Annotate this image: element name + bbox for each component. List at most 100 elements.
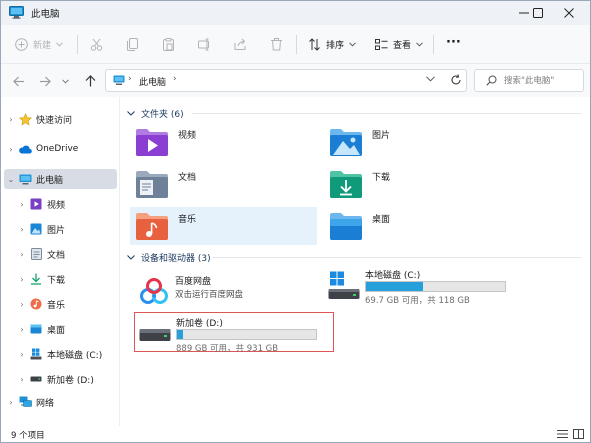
star-icon: [18, 112, 32, 126]
breadcrumb-separator[interactable]: ›: [128, 74, 132, 84]
breadcrumb-this-pc[interactable]: 此电脑: [139, 75, 166, 88]
group-header-devices[interactable]: 设备和驱动器 (3): [127, 250, 211, 264]
share-button[interactable]: [234, 34, 247, 55]
sidebar-item-drive-d[interactable]: › 新加卷 (D:): [15, 369, 128, 389]
close-button[interactable]: [547, 1, 590, 25]
folder-tile-documents[interactable]: 文档: [130, 165, 317, 203]
rename-icon: [198, 38, 209, 51]
chevron-right-icon[interactable]: ›: [4, 115, 18, 124]
tiles-view-button[interactable]: [573, 429, 584, 442]
drive-usage-bar: [176, 329, 317, 340]
sidebar-item-videos[interactable]: › 视频: [15, 194, 128, 214]
sidebar-item-documents[interactable]: › 文档: [15, 244, 128, 264]
group-header-label: 设备和驱动器 (3): [141, 253, 211, 264]
sort-icon: [309, 38, 320, 51]
view-label: 查看: [393, 41, 412, 51]
folder-name: 桌面: [372, 215, 391, 225]
cut-button[interactable]: [90, 34, 103, 55]
chevron-down-icon[interactable]: ⌄: [4, 175, 18, 184]
chevron-right-icon[interactable]: ›: [15, 350, 29, 359]
details-view-button[interactable]: [557, 429, 568, 442]
folder-tile-desktop[interactable]: 桌面: [324, 207, 511, 245]
sidebar-item-pictures[interactable]: › 图片: [15, 219, 128, 239]
address-history-button[interactable]: [426, 75, 435, 85]
pictures-folder-icon: [29, 222, 43, 236]
recent-locations-button[interactable]: [59, 72, 71, 90]
more-options-button[interactable]: ···: [446, 32, 461, 53]
back-button[interactable]: [10, 72, 28, 90]
view-button[interactable]: 查看: [375, 34, 423, 55]
sidebar-item-this-pc[interactable]: ⌄ 此电脑: [4, 169, 117, 189]
folder-tile-music[interactable]: 音乐: [130, 207, 317, 245]
chevron-right-icon[interactable]: ›: [4, 145, 18, 154]
group-divider: [212, 250, 582, 264]
sidebar-item-label: 桌面: [47, 325, 66, 336]
group-header-folders[interactable]: 文件夹 (6): [127, 106, 184, 120]
rename-button[interactable]: [198, 34, 211, 55]
chevron-right-icon[interactable]: ›: [15, 250, 29, 259]
delete-button[interactable]: [270, 34, 283, 55]
chevron-down-icon: [416, 42, 423, 47]
toolbar-divider: [296, 35, 297, 54]
sidebar-item-label: 视频: [47, 200, 66, 211]
refresh-button[interactable]: [450, 74, 462, 89]
pictures-folder-icon: [328, 125, 364, 159]
device-baidu-netdisk[interactable]: 百度网盘 双击运行百度网盘: [134, 271, 334, 311]
chevron-right-icon[interactable]: ›: [15, 300, 29, 309]
downloads-icon: [29, 272, 43, 286]
computer-icon: [18, 172, 32, 186]
folder-name: 视频: [178, 131, 197, 141]
cloud-icon: [18, 142, 32, 156]
address-bar[interactable]: › 此电脑 ›: [105, 69, 467, 92]
baidu-netdisk-icon: [138, 277, 170, 307]
up-button[interactable]: [81, 72, 99, 90]
chevron-right-icon[interactable]: ›: [15, 375, 29, 384]
chevron-right-icon[interactable]: ›: [15, 325, 29, 334]
share-icon: [234, 38, 246, 50]
sidebar-item-quick-access[interactable]: › 快速访问: [4, 109, 117, 129]
sidebar-item-label: 下载: [47, 275, 66, 286]
chevron-right-icon[interactable]: ›: [4, 398, 18, 407]
folder-tile-videos[interactable]: 视频: [130, 123, 317, 161]
sidebar-item-label: 此电脑: [36, 175, 64, 186]
computer-icon: [9, 6, 24, 22]
breadcrumb-separator[interactable]: ›: [173, 74, 177, 84]
view-icon: [375, 39, 388, 50]
sidebar-item-music[interactable]: › 音乐: [15, 294, 128, 314]
sidebar-item-drive-c[interactable]: › 本地磁盘 (C:): [15, 344, 128, 364]
device-drive-d[interactable]: 新加卷 (D:) 889 GB 可用，共 931 GB: [134, 312, 334, 354]
sidebar-item-onedrive[interactable]: › OneDrive: [4, 139, 117, 159]
documents-folder-icon: [134, 167, 170, 201]
folder-tile-pictures[interactable]: 图片: [324, 123, 511, 161]
chevron-down-icon: [56, 42, 63, 47]
arrow-up-icon: [85, 75, 95, 87]
chevron-right-icon[interactable]: ›: [15, 200, 29, 209]
sidebar-item-network[interactable]: › 网络: [4, 392, 117, 412]
search-input[interactable]: [504, 73, 580, 88]
copy-button[interactable]: [126, 34, 139, 55]
chevron-right-icon[interactable]: ›: [15, 275, 29, 284]
sort-button[interactable]: 排序: [308, 34, 356, 55]
sidebar-item-downloads[interactable]: › 下载: [15, 269, 128, 289]
maximize-icon: [533, 8, 543, 18]
chevron-down-icon: [61, 78, 69, 84]
windows-drive-icon: [328, 271, 360, 301]
paste-button[interactable]: [162, 34, 175, 55]
documents-folder-icon: [29, 247, 43, 261]
folder-tile-downloads[interactable]: 下载: [324, 165, 511, 203]
sidebar-item-label: 本地磁盘 (C:): [47, 350, 103, 361]
drive-usage-fill: [177, 330, 184, 339]
search-box[interactable]: [474, 69, 584, 92]
sidebar-item-desktop[interactable]: › 桌面: [15, 319, 128, 339]
forward-button[interactable]: [36, 72, 54, 90]
device-name: 百度网盘: [175, 277, 212, 287]
sort-label: 排序: [326, 41, 345, 51]
folder-name: 文档: [178, 173, 197, 183]
navigation-pane: › 快速访问 › OneDrive ⌄ 此电脑 › 视频 › 图片 › 文档 ›…: [1, 97, 119, 426]
sidebar-item-label: OneDrive: [36, 144, 79, 154]
new-button[interactable]: 新建: [15, 34, 63, 55]
chevron-right-icon[interactable]: ›: [15, 225, 29, 234]
device-drive-c[interactable]: 本地磁盘 (C:) 69.7 GB 可用，共 118 GB: [324, 265, 524, 306]
title-bar[interactable]: 此电脑: [1, 1, 590, 25]
windows-drive-icon: [29, 347, 43, 361]
